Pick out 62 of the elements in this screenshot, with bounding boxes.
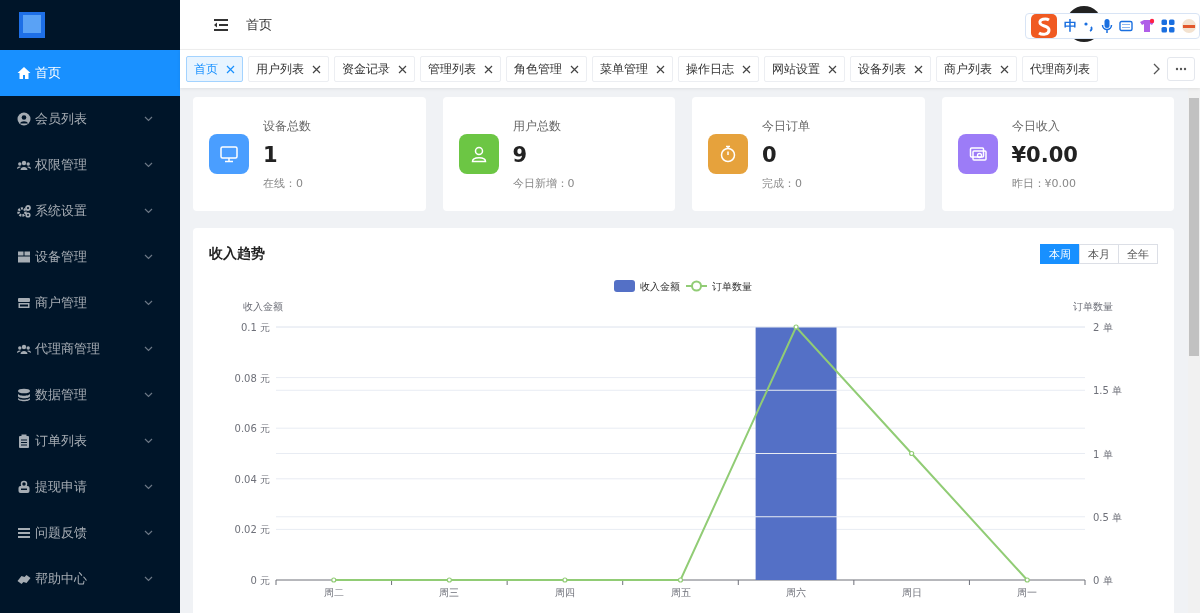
sidebar-item[interactable]: 商户管理 — [0, 280, 180, 326]
tab[interactable]: 用户列表 — [248, 56, 329, 82]
stat-title: 用户总数 — [512, 117, 561, 135]
sidebar-item[interactable]: 帮助中心 — [0, 556, 180, 602]
sidebar-item[interactable]: 代理商管理 — [0, 326, 180, 372]
tab[interactable]: 资金记录 — [334, 56, 415, 82]
tick-label: 0.02 元 — [234, 524, 270, 536]
tick-label: 周六 — [786, 587, 807, 598]
stat-title: 今日订单 — [762, 117, 810, 135]
tick-label: 1.5 单 — [1093, 385, 1123, 397]
sidebar-item[interactable]: 设备管理 — [0, 234, 180, 280]
sidebar-item[interactable]: 提现申请 — [0, 464, 180, 510]
stat-value: 1 — [263, 142, 278, 167]
tick-label: 0 单 — [1093, 575, 1113, 586]
tab[interactable]: 代理商列表 — [1022, 56, 1098, 82]
tick-label: 0 元 — [250, 575, 270, 586]
stat-subtitle: 在线：0 — [263, 175, 303, 191]
axis-title: 订单数量 — [1073, 301, 1113, 312]
tick-label: 2 单 — [1093, 322, 1113, 333]
stat-subtitle: 完成：0 — [762, 175, 802, 191]
card-title: 收入趋势 — [209, 245, 265, 263]
tab[interactable]: 操作日志 — [678, 56, 759, 82]
legend-label: 订单数量 — [712, 281, 752, 292]
tick-label: 0.04 元 — [234, 473, 270, 485]
tick-label: 周五 — [670, 587, 691, 598]
tab[interactable]: 管理列表 — [420, 56, 501, 82]
period-tab[interactable]: 本月 — [1079, 244, 1119, 264]
sidebar-item[interactable]: 系统设置 — [0, 188, 180, 234]
tick-label: 0.5 单 — [1093, 511, 1123, 523]
stat-value: 0 — [762, 142, 777, 167]
tick-label: 周三 — [439, 587, 460, 598]
stat-value: ¥0.00 — [1011, 142, 1078, 167]
tab[interactable]: 网站设置 — [764, 56, 845, 82]
sidebar-item[interactable]: 订单列表 — [0, 418, 180, 464]
ime-mode[interactable]: 中 — [1064, 17, 1077, 35]
tick-label: 0.08 元 — [234, 372, 270, 384]
tab[interactable]: 商户列表 — [936, 56, 1017, 82]
legend-label: 收入金额 — [640, 281, 680, 292]
legend-item[interactable]: 收入金额 — [614, 280, 680, 292]
sidebar-item[interactable]: 会员列表 — [0, 96, 180, 142]
legend-item[interactable]: 订单数量 — [685, 280, 752, 292]
axis-title: 收入金额 — [243, 301, 283, 312]
tab[interactable]: 设备列表 — [850, 56, 931, 82]
tab[interactable]: 菜单管理 — [592, 56, 673, 82]
tick-label: 0.06 元 — [234, 423, 270, 435]
breadcrumb[interactable]: 首页 — [246, 15, 272, 34]
tab[interactable]: 角色管理 — [506, 56, 587, 82]
period-tab[interactable]: 全年 — [1118, 244, 1158, 264]
sidebar-item[interactable]: 问题反馈 — [0, 510, 180, 556]
stat-title: 设备总数 — [263, 117, 311, 135]
stat-subtitle: 今日新增：0 — [512, 175, 575, 191]
stat-subtitle: 昨日：¥0.00 — [1011, 175, 1076, 191]
tick-label: 0.1 元 — [240, 322, 270, 333]
tick-label: 周一 — [1017, 587, 1038, 598]
sidebar-item[interactable]: 数据管理 — [0, 372, 180, 418]
tick-label: 周日 — [901, 587, 922, 598]
tick-label: 1 单 — [1093, 448, 1113, 460]
stat-value: 9 — [512, 142, 528, 167]
tick-label: 周二 — [323, 587, 344, 598]
sidebar-item[interactable]: 权限管理 — [0, 142, 180, 188]
tick-label: 周四 — [554, 587, 575, 598]
stat-title: 今日收入 — [1011, 117, 1060, 135]
